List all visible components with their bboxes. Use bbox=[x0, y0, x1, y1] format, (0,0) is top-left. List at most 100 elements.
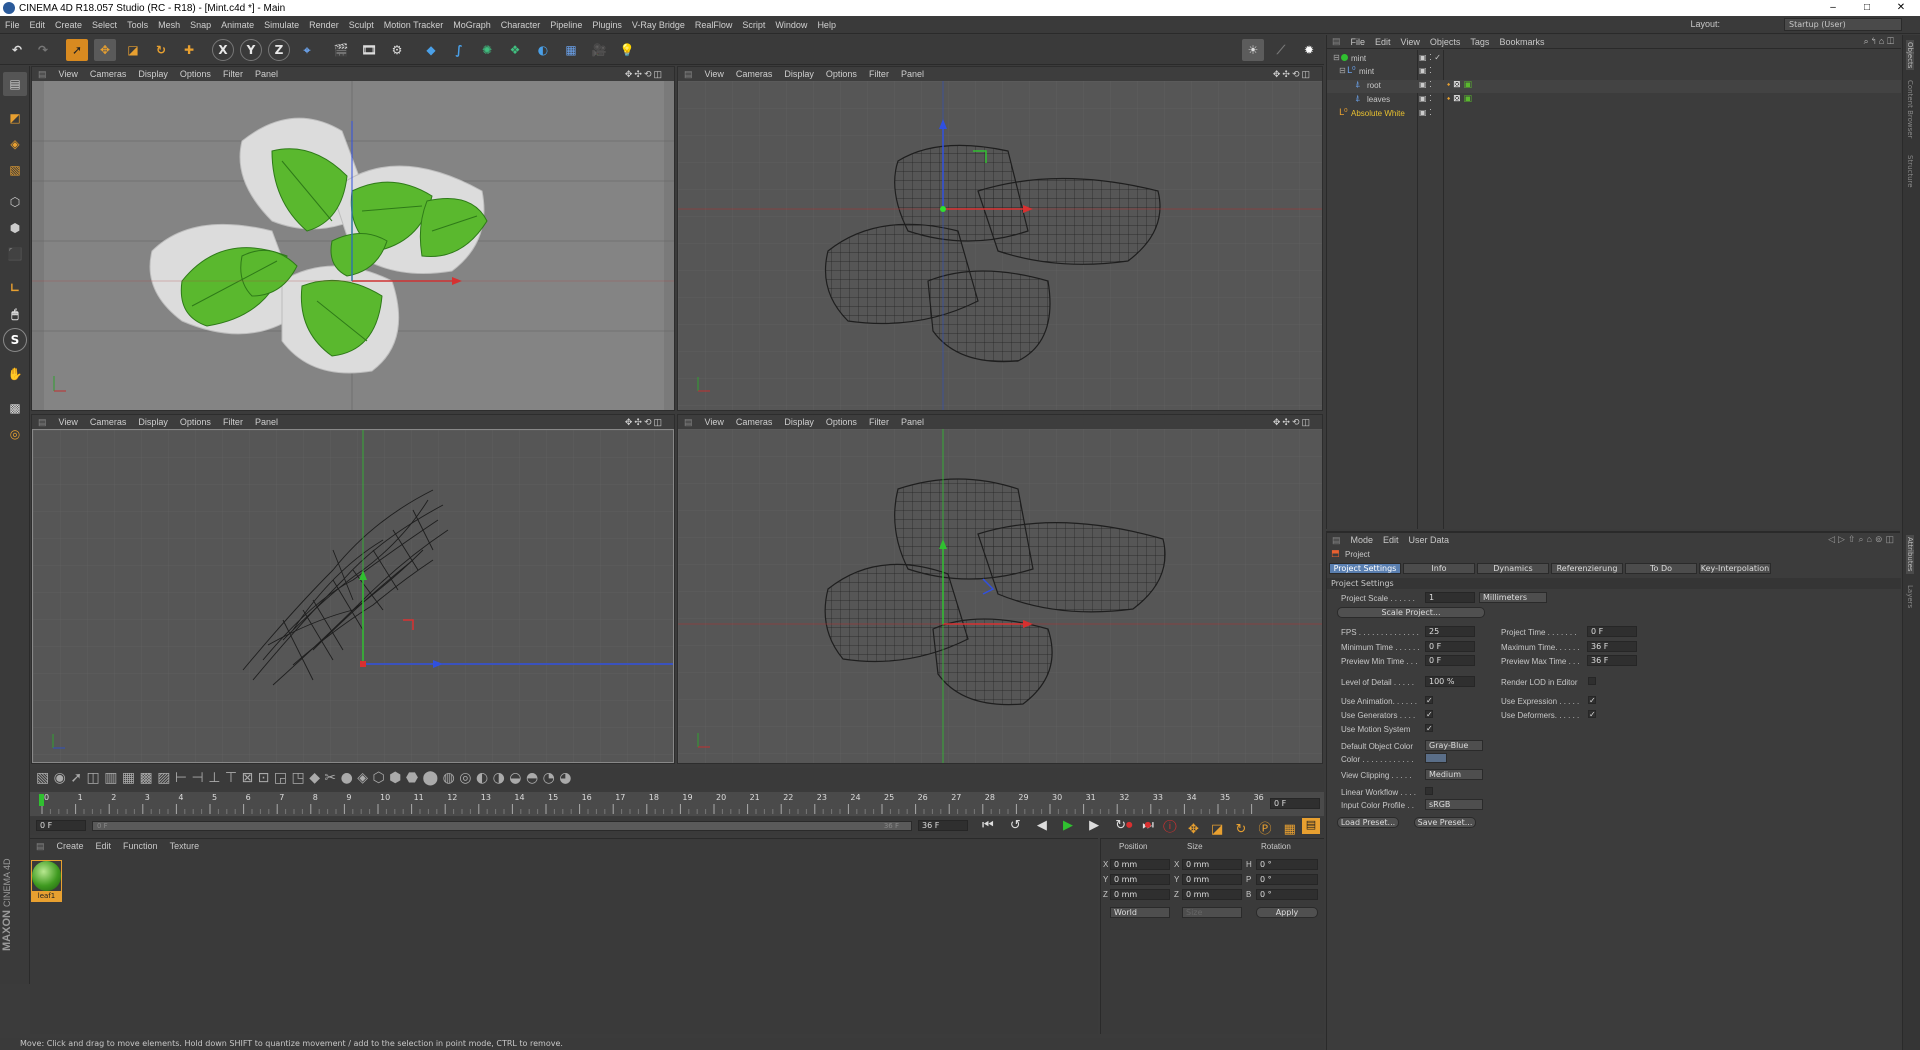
menu-realflow[interactable]: RealFlow bbox=[690, 20, 738, 30]
size-z-field[interactable]: 0 mm bbox=[1182, 889, 1242, 900]
menu-sculpt[interactable]: Sculpt bbox=[344, 20, 379, 30]
viewport-canvas[interactable] bbox=[32, 81, 674, 410]
rotation-h-field[interactable]: 0 ° bbox=[1256, 859, 1318, 870]
obj-menu-tags[interactable]: Tags bbox=[1465, 37, 1494, 47]
menu-mesh[interactable]: Mesh bbox=[153, 20, 185, 30]
close-button[interactable]: ✕ bbox=[1884, 0, 1918, 16]
vray-settings-icon[interactable]: ✹ bbox=[1298, 39, 1320, 61]
render-lod-checkbox[interactable] bbox=[1588, 677, 1596, 685]
render-view-icon[interactable]: 🎬 bbox=[330, 39, 352, 61]
menu-create[interactable]: Create bbox=[50, 20, 87, 30]
render-picture-viewer-icon[interactable]: 🎞 bbox=[358, 39, 380, 61]
create-object-icon[interactable]: ✚ bbox=[178, 39, 200, 61]
object-row-root[interactable]: ⍋ root ▣ ⁚ ⬩ ⊠ ▣ bbox=[1327, 80, 1901, 93]
vp-menu-cameras[interactable]: Cameras bbox=[730, 69, 779, 79]
visibility-toggle-icon[interactable]: ▣ ⁚ bbox=[1419, 108, 1432, 117]
solo-mode-icon[interactable]: ◎ bbox=[3, 422, 27, 446]
rotate-tool-icon[interactable]: ↻ bbox=[150, 39, 172, 61]
viewport-canvas[interactable] bbox=[32, 429, 674, 763]
scale-tool-icon[interactable]: ◪ bbox=[122, 39, 144, 61]
save-preset-button[interactable]: Save Preset... bbox=[1414, 817, 1476, 828]
menu-mograph[interactable]: MoGraph bbox=[448, 20, 496, 30]
undo-icon[interactable]: ↶ bbox=[6, 39, 28, 61]
vp-menu-panel[interactable]: Panel bbox=[895, 69, 930, 79]
material-swatch[interactable]: leaf1 bbox=[31, 860, 62, 902]
menu-animate[interactable]: Animate bbox=[216, 20, 259, 30]
use-generators-checkbox[interactable]: ✓ bbox=[1425, 710, 1433, 719]
menu-select[interactable]: Select bbox=[87, 20, 122, 30]
side-tab-content-browser[interactable]: Content Browser bbox=[1906, 80, 1914, 138]
vp-menu-view[interactable]: View bbox=[699, 417, 730, 427]
side-tab-structure[interactable]: Structure bbox=[1906, 155, 1914, 188]
visibility-toggle-icon[interactable]: ▣ ⁚ ✓ bbox=[1419, 53, 1441, 62]
planar-workplane-icon[interactable]: ▩ bbox=[3, 396, 27, 420]
z-axis-lock-icon[interactable]: Z bbox=[268, 39, 290, 61]
maximize-button[interactable]: □ bbox=[1850, 0, 1884, 16]
use-motion-checkbox[interactable]: ✓ bbox=[1425, 724, 1433, 733]
viewport-top[interactable]: ▤ View Cameras Display Options Filter Pa… bbox=[677, 66, 1323, 411]
menu-render[interactable]: Render bbox=[304, 20, 344, 30]
viewport-nav-icons[interactable]: ✥✣⟲◫ bbox=[619, 69, 670, 80]
tab-key-interpolation[interactable]: Key-Interpolation bbox=[1699, 563, 1771, 574]
viewport-nav-icons[interactable]: ✥✣⟲◫ bbox=[1267, 69, 1318, 80]
edges-mode-icon[interactable]: ⬢ bbox=[3, 216, 27, 240]
object-row-absolute-white[interactable]: L⁰ Absolute White ▣ ⁚ bbox=[1327, 108, 1901, 121]
coord-space-select[interactable]: World bbox=[1110, 907, 1170, 918]
attr-menu-mode[interactable]: Mode bbox=[1346, 535, 1379, 545]
visibility-toggle-icon[interactable]: ▣ ⁚ bbox=[1419, 80, 1432, 89]
current-frame-field[interactable]: 0 F bbox=[1270, 798, 1320, 809]
scale-project-button[interactable]: Scale Project... bbox=[1337, 607, 1485, 618]
start-frame-field[interactable]: 0 F bbox=[36, 820, 86, 831]
spline-pen-icon[interactable]: ∫ bbox=[448, 39, 470, 61]
vp-menu-panel[interactable]: Panel bbox=[895, 417, 930, 427]
coordinate-system-icon[interactable]: ⌖ bbox=[296, 39, 318, 61]
mograph-cloner-icon[interactable]: ❖ bbox=[504, 39, 526, 61]
load-preset-button[interactable]: Load Preset... bbox=[1337, 817, 1399, 828]
preview-max-field[interactable]: 36 F bbox=[1587, 655, 1637, 666]
vp-menu-view[interactable]: View bbox=[53, 69, 84, 79]
menu-pipeline[interactable]: Pipeline bbox=[545, 20, 587, 30]
use-deformers-checkbox[interactable]: ✓ bbox=[1588, 710, 1596, 719]
mat-menu-create[interactable]: Create bbox=[51, 841, 90, 851]
vp-menu-view[interactable]: View bbox=[699, 69, 730, 79]
mat-menu-function[interactable]: Function bbox=[117, 841, 164, 851]
vp-menu-panel[interactable]: Panel bbox=[249, 417, 284, 427]
layout-select[interactable]: Startup (User) bbox=[1784, 18, 1902, 31]
x-axis-lock-icon[interactable]: X bbox=[212, 39, 234, 61]
obj-menu-view[interactable]: View bbox=[1396, 37, 1425, 47]
palette-icons[interactable]: ▧ ◉ ➚ ◫ ▥ ▦ ▩ ▨ ⊢ ⊣ ⊥ ⊤ ⊠ ⊡ ◲ ◳ ◆ ✂ ● ◈ … bbox=[36, 770, 936, 788]
vp-menu-filter[interactable]: Filter bbox=[217, 417, 249, 427]
attr-nav-icons[interactable]: ◁▷⇧⌕⌂⊚◫ bbox=[1828, 534, 1897, 545]
record-keys-icon[interactable]: ⏺ ⏺ ⓘ bbox=[1126, 818, 1181, 833]
texture-mode-icon[interactable]: ◈ bbox=[3, 132, 27, 156]
vp-menu-options[interactable]: Options bbox=[174, 417, 217, 427]
vp-menu-view[interactable]: View bbox=[53, 417, 84, 427]
object-row-leaves[interactable]: ⍋ leaves ▣ ⁚ ⬩ ⊠ ▣ bbox=[1327, 94, 1901, 107]
make-editable-icon[interactable]: ▤ bbox=[3, 72, 27, 96]
visibility-toggle-icon[interactable]: ▣ ⁚ bbox=[1419, 94, 1432, 103]
menu-tools[interactable]: Tools bbox=[122, 20, 153, 30]
use-animation-checkbox[interactable]: ✓ bbox=[1425, 696, 1433, 705]
palette-tool-icon[interactable]: ▧ ◉ ➚ ◫ ▥ ▦ ▩ ▨ ⊢ ⊣ ⊥ ⊤ ⊠ ⊡ ◲ ◳ ◆ ✂ ● ◈ … bbox=[36, 770, 572, 788]
phong-tag-icon[interactable]: ⬩ ⊠ ▣ bbox=[1447, 94, 1472, 104]
end-frame-field[interactable]: 36 F bbox=[918, 820, 968, 831]
input-color-select[interactable]: sRGB bbox=[1425, 799, 1483, 810]
color-swatch[interactable] bbox=[1425, 753, 1447, 763]
vray-render-icon[interactable]: ☀ bbox=[1242, 39, 1264, 61]
move-tool-icon[interactable]: ✥ bbox=[94, 39, 116, 61]
max-time-field[interactable]: 36 F bbox=[1587, 641, 1637, 652]
rotation-b-field[interactable]: 0 ° bbox=[1256, 889, 1318, 900]
project-scale-field[interactable]: 1 bbox=[1425, 592, 1475, 603]
menu-edit[interactable]: Edit bbox=[25, 20, 51, 30]
vp-menu-display[interactable]: Display bbox=[132, 417, 174, 427]
vp-menu-display[interactable]: Display bbox=[132, 69, 174, 79]
viewport-front[interactable]: ▤ View Cameras Display Options Filter Pa… bbox=[677, 414, 1323, 764]
vp-menu-panel[interactable]: Panel bbox=[249, 69, 284, 79]
tab-info[interactable]: Info bbox=[1403, 563, 1475, 574]
tab-referenzierung[interactable]: Referenzierung bbox=[1551, 563, 1623, 574]
viewport-canvas[interactable] bbox=[678, 81, 1322, 410]
tweak-mode-icon[interactable]: 🖱 bbox=[3, 302, 27, 326]
obj-menu-objects[interactable]: Objects bbox=[1425, 37, 1466, 47]
key-filter-icons[interactable]: ✥ ◪ ↻ Ⓟ ▦ bbox=[1188, 818, 1300, 837]
visibility-toggle-icon[interactable]: ▣ ⁚ bbox=[1419, 66, 1432, 75]
